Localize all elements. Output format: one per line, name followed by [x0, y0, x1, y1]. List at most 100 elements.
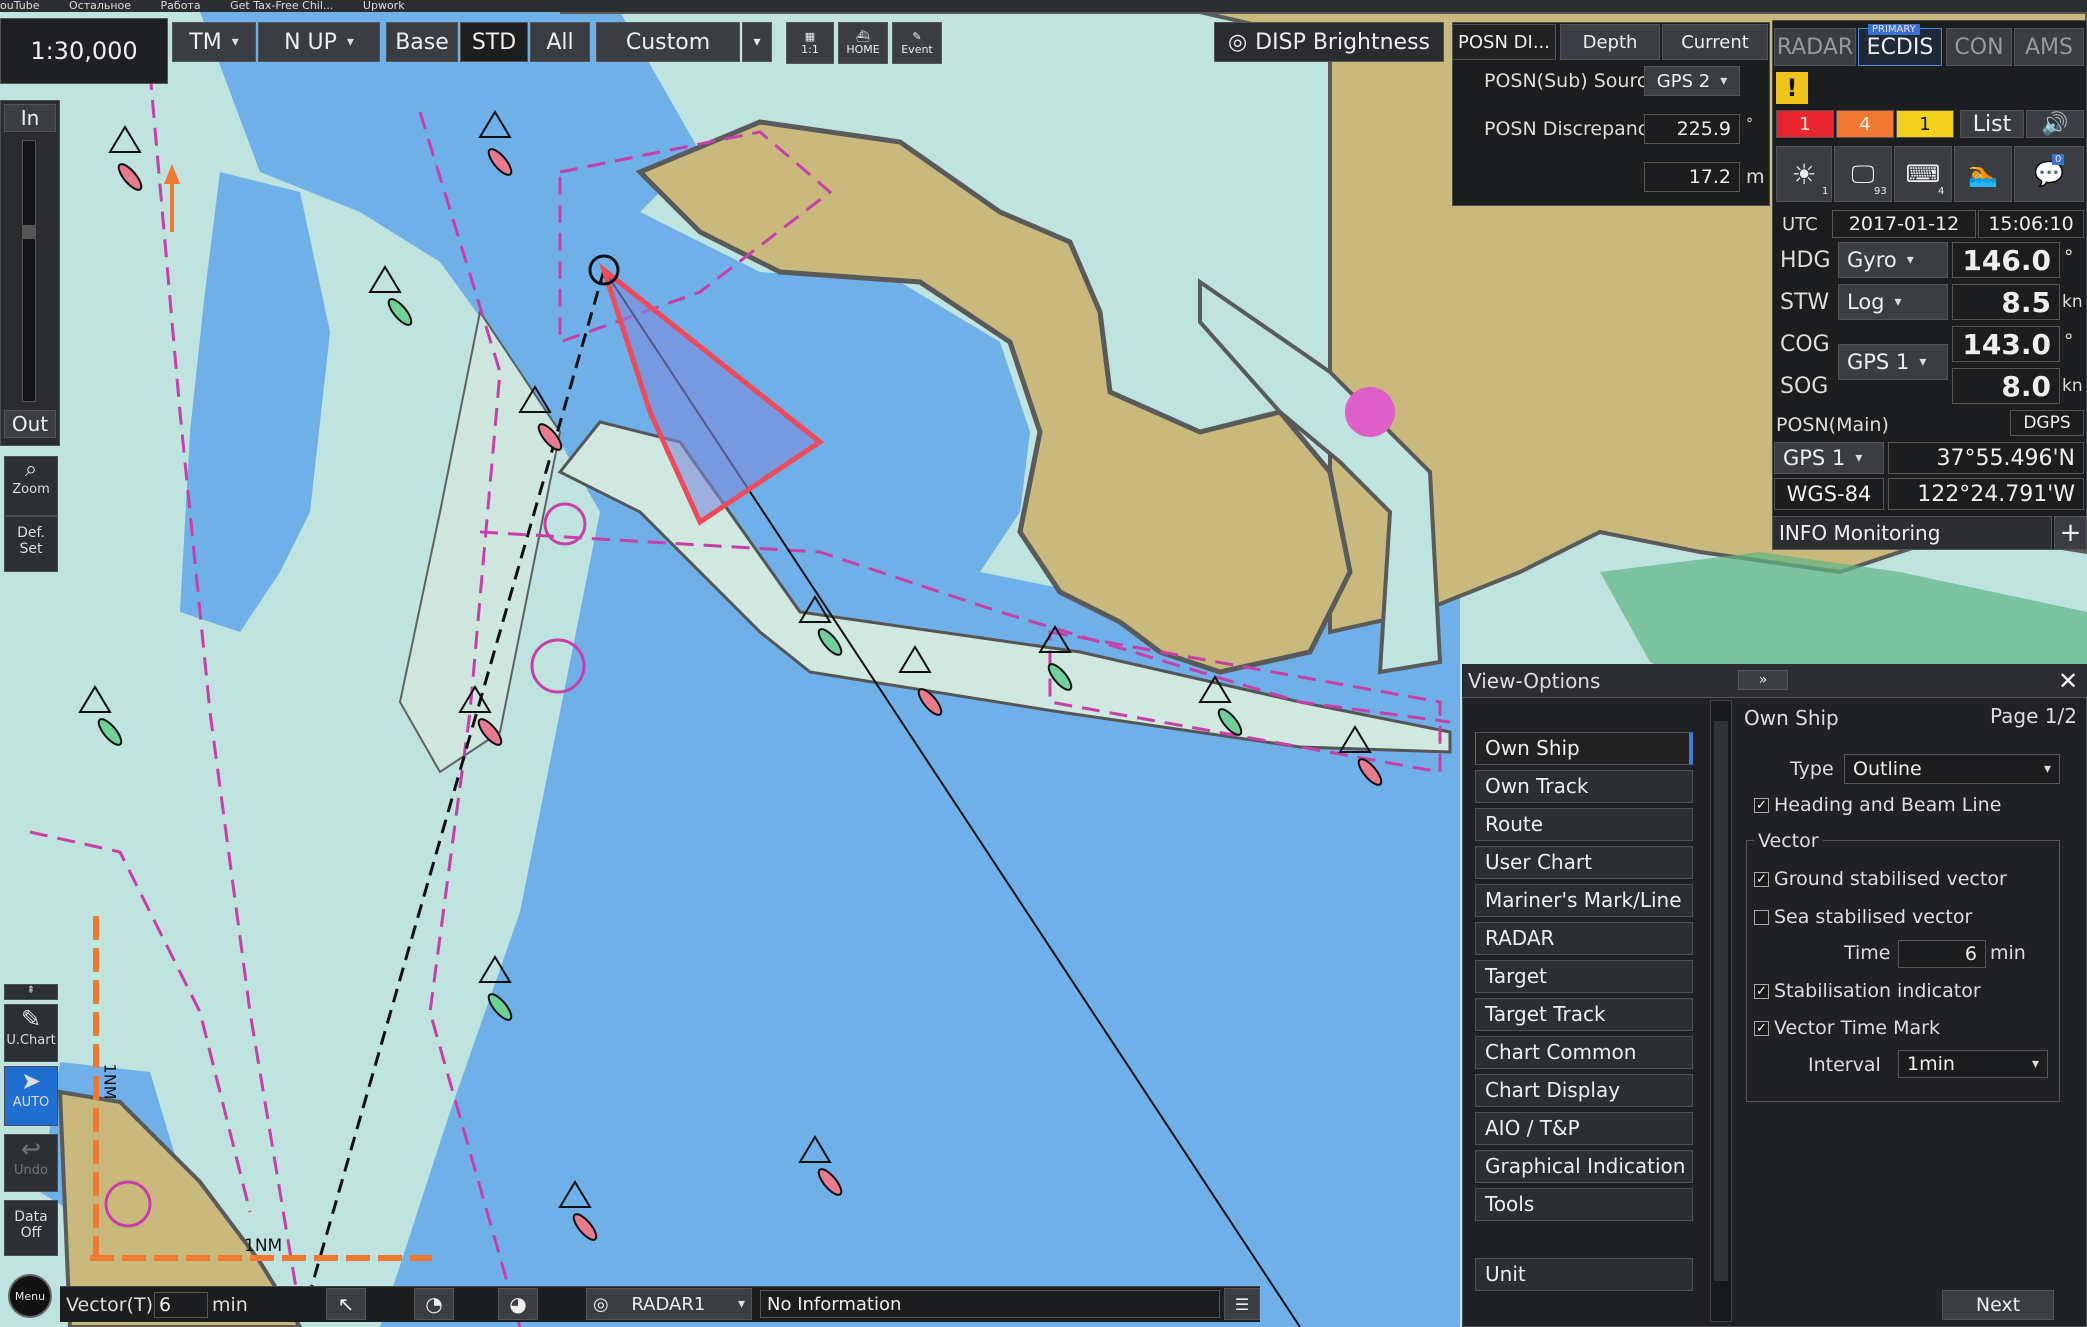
expand-button[interactable]: » — [1738, 670, 1788, 690]
custom-dropdown-arrow[interactable]: ▾ — [742, 22, 772, 62]
menu-chart-common[interactable]: Chart Common — [1475, 1036, 1693, 1069]
undo-button[interactable]: ↩ Undo — [4, 1134, 58, 1192]
tab-current[interactable]: Current — [1662, 24, 1768, 60]
longitude-value: 122°24.791'W — [1888, 478, 2084, 510]
warning-icon[interactable]: ! — [1776, 72, 1808, 104]
alert-list-button[interactable]: List — [1960, 110, 2024, 138]
ground-vector-checkbox[interactable]: ✓ — [1754, 872, 1769, 887]
all-button[interactable]: All — [530, 22, 590, 62]
alert-orange-count[interactable]: 4 — [1836, 110, 1894, 138]
speaker-icon[interactable]: 🔊 — [2026, 110, 2084, 138]
keyboard-count: 4 — [1938, 186, 1945, 197]
event-button[interactable]: ✎ Event — [892, 22, 942, 64]
plus-icon[interactable]: + — [2054, 516, 2087, 550]
magnifier-icon: ⌕ — [24, 457, 38, 482]
vector-group-title: Vector — [1754, 830, 1823, 852]
cog-unit: ° — [2064, 330, 2074, 352]
nup-dropdown[interactable]: N UP — [258, 22, 380, 62]
info-monitoring-bar[interactable]: INFO Monitoring — [1772, 516, 2052, 550]
menu-own-ship[interactable]: Own Ship — [1475, 732, 1693, 765]
tab-radar[interactable]: RADAR — [1774, 28, 1856, 66]
menu-target-track[interactable]: Target Track — [1475, 998, 1693, 1031]
alert-red-count[interactable]: 1 — [1776, 110, 1834, 138]
zoom-in-button[interactable]: In — [4, 104, 56, 132]
scrollbar-thumb[interactable] — [1714, 721, 1728, 1281]
heading-beam-label: Heading and Beam Line — [1774, 794, 2002, 816]
radar-source-dropdown[interactable]: ◎ RADAR1 — [586, 1288, 752, 1320]
next-button[interactable]: Next — [1942, 1290, 2054, 1320]
list-icon[interactable]: ☰ — [1224, 1288, 1260, 1320]
stw-source-dropdown[interactable]: Log — [1838, 284, 1948, 320]
menu-aio-tp[interactable]: AIO / T&P — [1475, 1112, 1693, 1145]
chat-icon[interactable]: 💬 — [2014, 146, 2084, 202]
vector-value[interactable]: 6 — [154, 1292, 208, 1318]
std-button[interactable]: STD — [460, 22, 528, 62]
bookmark-youtube[interactable]: ouTube — [0, 0, 39, 12]
hdg-unit: ° — [2064, 246, 2074, 268]
menu-scrollbar[interactable] — [1710, 700, 1732, 1322]
def-set-button[interactable]: Def. Set — [4, 516, 58, 572]
tab-con[interactable]: CON — [1946, 28, 2012, 66]
close-icon[interactable]: ✕ — [2052, 666, 2084, 696]
interval-dropdown[interactable]: 1min — [1898, 1050, 2048, 1078]
undo-icon: ↩ — [20, 1135, 42, 1163]
man-overboard-icon[interactable]: 🏊 — [1954, 146, 2012, 202]
menu-radar[interactable]: RADAR — [1475, 922, 1693, 955]
zoom-out-button[interactable]: Out — [4, 410, 56, 438]
data-off-button[interactable]: Data Off — [4, 1200, 58, 1256]
posn-main-label: POSN(Main) — [1776, 414, 1889, 436]
posn-source-dropdown[interactable]: GPS 2 — [1644, 66, 1740, 96]
menu-route[interactable]: Route — [1475, 808, 1693, 841]
stw-label: STW — [1780, 290, 1830, 315]
tm-dropdown[interactable]: TM — [172, 22, 256, 62]
menu-user-chart[interactable]: User Chart — [1475, 846, 1693, 879]
heading-beam-checkbox[interactable]: ✓ — [1754, 798, 1769, 813]
scale-display[interactable]: 1:30,000 — [0, 18, 168, 84]
scale-1-1-button[interactable]: ▦ 1:1 — [786, 22, 834, 64]
bookmark-upwork[interactable]: Upwork — [363, 0, 405, 12]
base-button[interactable]: Base — [386, 22, 458, 62]
sea-vector-checkbox[interactable] — [1754, 910, 1769, 925]
menu-chart-display[interactable]: Chart Display — [1475, 1074, 1693, 1107]
vrm-tool-icon[interactable]: ◕ — [498, 1288, 538, 1320]
vector-time-mark-checkbox[interactable]: ✓ — [1754, 1021, 1769, 1036]
custom-button[interactable]: Custom — [596, 22, 740, 62]
disp-brightness-button[interactable]: ◎ DISP Brightness — [1214, 22, 1444, 62]
stabilisation-label: Stabilisation indicator — [1774, 980, 1981, 1002]
bookmark-other[interactable]: Остальное — [69, 0, 131, 12]
tab-posn-di[interactable]: POSN DI... — [1452, 24, 1556, 60]
auto-cursor-button[interactable]: ➤ AUTO — [4, 1066, 58, 1126]
cursor-tool-icon[interactable]: ↖ — [326, 1288, 366, 1320]
bookmarks-bar: ouTube Остальное Работа Get Tax-Free Chi… — [0, 0, 2087, 12]
bookmark-taxfree[interactable]: Get Tax-Free Chil... — [230, 0, 333, 12]
time-input[interactable]: 6 — [1898, 940, 1986, 968]
menu-own-track[interactable]: Own Track — [1475, 770, 1693, 803]
menu-unit[interactable]: Unit — [1475, 1258, 1693, 1291]
interval-label: Interval — [1808, 1054, 1881, 1076]
type-dropdown[interactable]: Outline — [1844, 754, 2060, 784]
menu-button[interactable]: Menu — [8, 1274, 52, 1318]
bookmark-work[interactable]: Работа — [161, 0, 201, 12]
menu-mariners-mark[interactable]: Mariner's Mark/Line — [1475, 884, 1693, 917]
menu-tools[interactable]: Tools — [1475, 1188, 1693, 1221]
user-chart-button[interactable]: ✎ U.Chart — [4, 1004, 58, 1062]
sog-value: 8.0 — [1952, 368, 2060, 404]
zoom-slider-thumb[interactable] — [22, 225, 36, 239]
collapse-button[interactable]: ⇞ — [4, 984, 58, 1000]
tab-ams[interactable]: AMS — [2014, 28, 2084, 66]
menu-target[interactable]: Target — [1475, 960, 1693, 993]
page-indicator: Page 1/2 — [1990, 704, 2077, 728]
posn-main-dropdown[interactable]: GPS 1 — [1774, 442, 1884, 474]
zoom-slider[interactable] — [22, 140, 36, 402]
zoom-tool-button[interactable]: ⌕ Zoom — [4, 456, 58, 516]
home-button[interactable]: ⛴ HOME — [838, 22, 888, 64]
menu-graphical-indication[interactable]: Graphical Indication — [1475, 1150, 1693, 1183]
brightness-icon: ◎ — [1227, 29, 1248, 55]
gps-source-dropdown[interactable]: GPS 1 — [1838, 344, 1948, 380]
alert-yellow-count[interactable]: 1 — [1896, 110, 1954, 138]
hdg-source-dropdown[interactable]: Gyro — [1838, 242, 1948, 278]
tab-depth[interactable]: Depth — [1560, 24, 1660, 60]
vector-label: Vector(T) — [66, 1294, 153, 1316]
ebl-tool-icon[interactable]: ◔ — [414, 1288, 454, 1320]
stabilisation-checkbox[interactable]: ✓ — [1754, 984, 1769, 999]
